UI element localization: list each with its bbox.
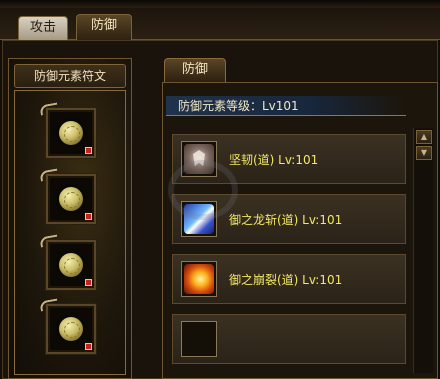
rune-gem-icon	[59, 317, 83, 341]
skill-name: 御之崩裂(道) Lv:101	[229, 273, 343, 287]
burst-icon	[184, 264, 214, 294]
top-strip	[0, 0, 440, 8]
tab-defense[interactable]: 防御	[76, 14, 132, 41]
armor-icon	[184, 144, 214, 174]
rune-gem-icon	[59, 253, 83, 277]
skill-slot	[181, 261, 217, 297]
rune-gem-icon	[59, 121, 83, 145]
skill-row-2[interactable]: 御之龙斩(道) Lv:101	[172, 194, 406, 244]
empty-slot-icon	[181, 321, 217, 357]
rune-badge-icon	[85, 213, 92, 220]
dragon-slash-icon	[184, 204, 214, 234]
rune-badge-icon	[85, 147, 92, 154]
scroll-down-button[interactable]: ▼	[416, 146, 432, 160]
rune-slot-4[interactable]	[46, 304, 96, 354]
scroll-up-button[interactable]: ▲	[416, 130, 432, 144]
rune-gem-icon	[59, 187, 83, 211]
skill-row-4[interactable]	[172, 314, 406, 364]
skill-row-1[interactable]: 坚韧(道) Lv:101	[172, 134, 406, 184]
skill-row-3[interactable]: 御之崩裂(道) Lv:101	[172, 254, 406, 304]
tab-attack[interactable]: 攻击	[18, 16, 68, 40]
rune-badge-icon	[85, 343, 92, 350]
subtab-defense[interactable]: 防御	[164, 58, 226, 82]
rune-badge-icon	[85, 279, 92, 286]
skill-slot	[181, 201, 217, 237]
skill-name: 御之龙斩(道) Lv:101	[229, 213, 343, 227]
element-level-label: 防御元素等级：Lv101	[166, 96, 406, 116]
rune-column-title: 防御元素符文	[14, 64, 126, 88]
skill-name: 坚韧(道) Lv:101	[229, 153, 319, 167]
tab-bar: 攻击 防御	[0, 8, 440, 41]
rune-slot-2[interactable]	[46, 174, 96, 224]
rune-slot-3[interactable]	[46, 240, 96, 290]
skill-scrollbar[interactable]: ▲ ▼	[413, 128, 433, 373]
skill-slot	[181, 141, 217, 177]
rune-slot-1[interactable]	[46, 108, 96, 158]
